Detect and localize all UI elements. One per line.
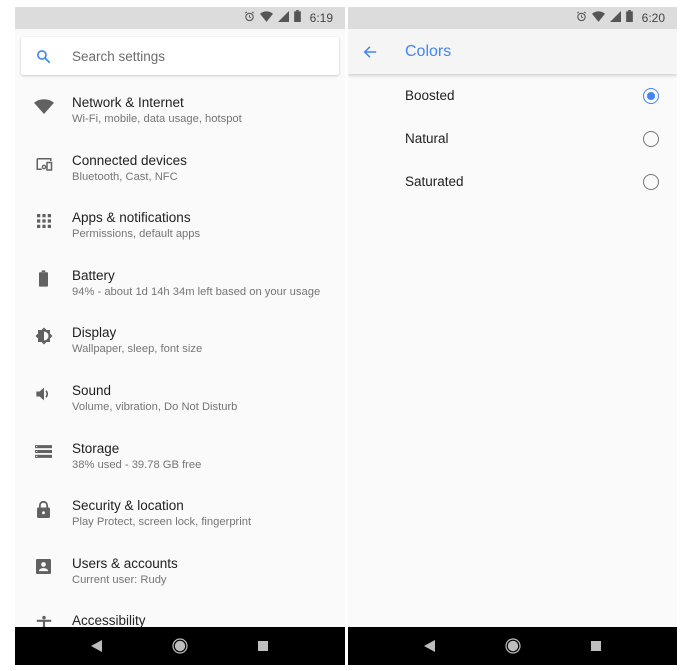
color-mode-options: Boosted Natural Saturated bbox=[348, 74, 677, 203]
setting-title: Display bbox=[72, 325, 117, 341]
setting-title: Connected devices bbox=[72, 152, 187, 168]
back-button[interactable] bbox=[348, 29, 392, 74]
radio-button[interactable] bbox=[643, 173, 659, 190]
setting-subtitle: Bluetooth, Cast, NFC bbox=[72, 170, 178, 183]
setting-subtitle: Play Protect, screen lock, fingerprint bbox=[72, 516, 252, 529]
setting-title: Storage bbox=[72, 440, 120, 456]
nav-home-button[interactable] bbox=[498, 631, 528, 661]
radio-button[interactable] bbox=[643, 130, 659, 147]
setting-storage[interactable]: Storage 38% used - 39.78 GB free bbox=[15, 432, 345, 490]
setting-title: Accessibility bbox=[72, 613, 146, 627]
setting-subtitle: Volume, vibration, Do Not Disturb bbox=[72, 400, 238, 413]
alarm-icon bbox=[576, 9, 587, 27]
back-triangle-icon bbox=[91, 640, 103, 652]
wifi-icon bbox=[259, 9, 273, 27]
setting-battery[interactable]: Battery 94% - about 1d 14h 34m left base… bbox=[15, 259, 345, 317]
alarm-icon bbox=[244, 9, 255, 27]
colors-screen: 6:20 Colors Boosted Natural Saturated bbox=[348, 7, 677, 665]
app-bar: Colors bbox=[348, 29, 677, 74]
option-saturated[interactable]: Saturated bbox=[348, 160, 677, 203]
status-time: 6:19 bbox=[309, 11, 333, 25]
status-time: 6:20 bbox=[641, 11, 665, 25]
setting-display[interactable]: Display Wallpaper, sleep, font size bbox=[15, 316, 345, 374]
wifi-icon bbox=[15, 86, 72, 126]
setting-connected-devices[interactable]: Connected devices Bluetooth, Cast, NFC bbox=[15, 144, 345, 202]
battery-icon bbox=[625, 9, 633, 27]
battery-icon bbox=[293, 9, 301, 27]
setting-subtitle: Wi-Fi, mobile, data usage, hotspot bbox=[72, 113, 242, 125]
setting-apps-notifications[interactable]: Apps & notifications Permissions, defaul… bbox=[15, 201, 345, 259]
option-natural[interactable]: Natural bbox=[348, 117, 677, 160]
nav-back-button[interactable] bbox=[415, 631, 445, 661]
setting-subtitle: Current user: Rudy bbox=[72, 573, 167, 586]
wifi-icon bbox=[591, 9, 605, 27]
home-circle-icon bbox=[172, 638, 188, 654]
radio-button-selected[interactable] bbox=[643, 87, 659, 104]
volume-icon bbox=[15, 374, 72, 414]
nav-home-button[interactable] bbox=[165, 631, 195, 661]
connected-devices-icon bbox=[15, 144, 72, 184]
navigation-bar bbox=[348, 627, 677, 665]
back-triangle-icon bbox=[424, 640, 435, 652]
nav-recents-button[interactable] bbox=[581, 631, 611, 661]
setting-title: Users & accounts bbox=[72, 555, 178, 571]
search-placeholder: Search settings bbox=[72, 48, 166, 64]
setting-subtitle: Permissions, default apps bbox=[72, 228, 201, 241]
nav-recents-button[interactable] bbox=[248, 631, 278, 661]
lock-icon bbox=[15, 489, 72, 529]
setting-title: Battery bbox=[72, 267, 115, 283]
setting-sound[interactable]: Sound Volume, vibration, Do Not Disturb bbox=[15, 374, 345, 432]
nav-back-button[interactable] bbox=[82, 631, 112, 661]
recents-square-icon bbox=[590, 641, 601, 651]
search-icon bbox=[21, 49, 65, 64]
account-box-icon bbox=[15, 547, 72, 587]
cell-signal-icon bbox=[609, 9, 621, 27]
search-settings-input[interactable]: Search settings bbox=[21, 37, 339, 75]
setting-security-location[interactable]: Security & location Play Protect, screen… bbox=[15, 489, 345, 547]
radio-dot bbox=[647, 91, 655, 100]
cell-signal-icon bbox=[277, 9, 289, 27]
setting-subtitle: 94% - about 1d 14h 34m left based on you… bbox=[72, 285, 321, 298]
status-bar: 6:20 bbox=[348, 7, 677, 29]
home-circle-icon bbox=[504, 638, 521, 654]
settings-screen: 6:19 Search settings Network & Internet … bbox=[15, 7, 345, 665]
recents-square-icon bbox=[258, 641, 269, 651]
navigation-bar bbox=[15, 627, 345, 665]
setting-title: Apps & notifications bbox=[72, 210, 191, 226]
setting-accessibility[interactable]: Accessibility bbox=[15, 604, 345, 627]
accessibility-icon bbox=[15, 604, 72, 627]
setting-title: Security & location bbox=[72, 498, 184, 514]
storage-icon bbox=[15, 432, 72, 472]
apps-grid-icon bbox=[15, 201, 72, 241]
setting-subtitle: Wallpaper, sleep, font size bbox=[72, 343, 203, 356]
setting-title: Network & Internet bbox=[72, 95, 184, 110]
brightness-icon bbox=[15, 316, 72, 356]
option-label: Saturated bbox=[405, 174, 464, 189]
settings-list: Network & Internet Wi-Fi, mobile, data u… bbox=[15, 86, 345, 627]
option-label: Natural bbox=[405, 131, 449, 146]
option-label: Boosted bbox=[405, 88, 455, 103]
setting-network-internet[interactable]: Network & Internet Wi-Fi, mobile, data u… bbox=[15, 86, 345, 144]
page-title: Colors bbox=[405, 42, 452, 60]
battery-icon bbox=[15, 259, 72, 299]
setting-title: Sound bbox=[72, 382, 112, 398]
arrow-back-icon bbox=[363, 45, 377, 58]
setting-users-accounts[interactable]: Users & accounts Current user: Rudy bbox=[15, 547, 345, 605]
status-bar: 6:19 bbox=[15, 7, 345, 29]
setting-subtitle: 38% used - 39.78 GB free bbox=[72, 458, 202, 471]
option-boosted[interactable]: Boosted bbox=[348, 74, 677, 117]
